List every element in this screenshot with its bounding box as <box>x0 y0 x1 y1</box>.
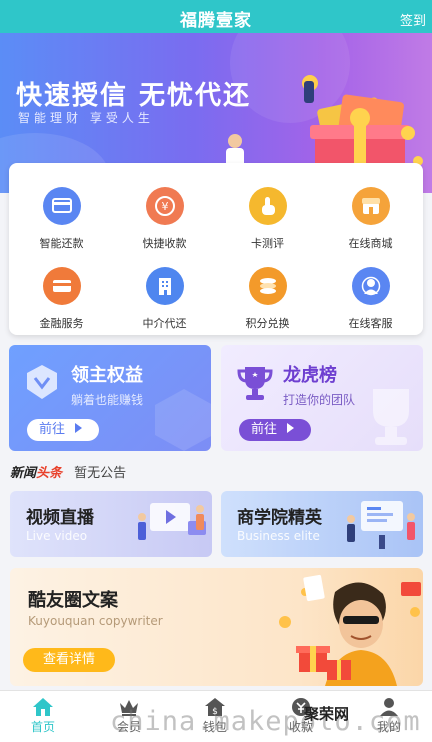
bottom-tab-bar: 首页 会员 $ 钱包 收款 我的 <box>0 690 432 742</box>
coins-stack-icon <box>248 267 287 305</box>
collect-icon <box>292 698 310 716</box>
triangle-right-icon <box>287 423 295 433</box>
service-points-exchange[interactable]: 积分兑换 <box>216 249 319 330</box>
promo-go-button[interactable]: 前往 <box>239 419 311 441</box>
service-smart-repay[interactable]: 智能还款 <box>10 169 113 250</box>
tab-label: 会员 <box>116 720 141 734</box>
yuan-coin-icon: ¥ <box>145 187 184 225</box>
notice-text: 暂无公告 <box>74 466 127 481</box>
store-icon <box>351 187 390 225</box>
service-card-review[interactable]: 卡测评 <box>216 169 319 250</box>
svg-text:$: $ <box>212 707 218 717</box>
tab-label: 钱包 <box>202 720 227 734</box>
feature-business-elite[interactable]: 商学院精英 Business elite <box>221 491 423 557</box>
triangle-right-icon <box>75 423 83 433</box>
feature-subtitle: Business elite <box>237 529 320 543</box>
tab-label: 收款 <box>288 720 313 734</box>
hexagon-decor <box>155 389 211 451</box>
person-icon <box>380 698 398 716</box>
news-tag-part2: 头条 <box>36 466 63 481</box>
tab-collect[interactable]: 收款 <box>258 691 344 742</box>
tab-home[interactable]: 首页 <box>0 691 86 742</box>
service-agent-repay[interactable]: 中介代还 <box>113 249 216 330</box>
card-title: 酷友圈文案 <box>28 590 118 611</box>
kuyouquan-card[interactable]: 酷友圈文案 Kuyouquan copywriter 查看详情 <box>10 568 423 686</box>
service-label: 积分兑换 <box>245 317 290 330</box>
service-online-mall[interactable]: 在线商城 <box>319 169 422 250</box>
tab-label: 首页 <box>30 720 55 734</box>
feature-title: 商学院精英 <box>237 508 322 528</box>
cartoon-man-illustration <box>279 574 421 686</box>
crown-icon <box>120 700 138 716</box>
promo-leaderboard[interactable]: 龙虎榜 打造你的团队 前往 <box>221 345 423 451</box>
tab-member[interactable]: 会员 <box>86 691 172 742</box>
tab-mine[interactable]: 我的 <box>346 691 432 742</box>
signin-button[interactable]: 签到 <box>400 10 426 29</box>
svg-text:¥: ¥ <box>161 200 168 213</box>
business-illustration <box>347 501 415 549</box>
wallet-house-icon: $ <box>205 698 225 717</box>
service-label: 在线客服 <box>348 317 393 330</box>
hand-pointer-icon <box>248 187 287 225</box>
feature-subtitle: Live video <box>26 529 88 543</box>
go-label: 前往 <box>251 422 278 437</box>
card-return-icon <box>42 187 81 225</box>
feature-live-video[interactable]: 视频直播 Live video <box>10 491 212 557</box>
news-tag-part1: 新闻 <box>10 466 37 481</box>
user-support-icon <box>351 267 390 305</box>
app-screen: 福腾壹家 签到 快速授信 无忧代还 智能理财 享受人生 智能还款 ¥ 快捷收款 … <box>0 0 432 742</box>
banner-subtitle: 智能理财 享受人生 <box>18 111 154 125</box>
promo-title: 领主权益 <box>71 365 143 386</box>
go-label: 前往 <box>39 422 66 437</box>
service-label: 中介代还 <box>142 317 187 330</box>
card-subtitle: Kuyouquan copywriter <box>28 614 163 628</box>
promo-lord-benefits[interactable]: 领主权益 躺着也能赚钱 前往 <box>9 345 211 451</box>
credit-card-icon <box>42 267 81 305</box>
promo-title: 龙虎榜 <box>283 365 337 386</box>
trophy-icon <box>237 367 273 400</box>
banner-title: 快速授信 无忧代还 <box>16 81 252 111</box>
home-icon <box>33 698 53 716</box>
service-finance[interactable]: 金融服务 <box>10 249 113 330</box>
medal-icon <box>27 365 57 399</box>
promo-go-button[interactable]: 前往 <box>27 419 99 441</box>
service-quick-collect[interactable]: ¥ 快捷收款 <box>113 169 216 250</box>
promo-subtitle: 打造你的团队 <box>283 393 356 407</box>
tab-label: 我的 <box>376 720 401 734</box>
building-icon <box>145 267 184 305</box>
feature-title: 视频直播 <box>26 508 94 528</box>
news-notice[interactable]: 新闻头条 暂无公告 <box>10 462 126 482</box>
service-online-support[interactable]: 在线客服 <box>319 249 422 330</box>
live-video-illustration <box>138 503 206 540</box>
services-grid: 智能还款 ¥ 快捷收款 卡测评 在线商城 金融服务 中介代还 积分兑换 在线客服 <box>9 163 423 335</box>
tab-wallet[interactable]: $ 钱包 <box>172 691 258 742</box>
trophy-decor <box>373 389 409 445</box>
service-label: 金融服务 <box>39 317 84 330</box>
app-title: 福腾壹家 <box>180 11 252 31</box>
view-details-button[interactable]: 查看详情 <box>23 648 115 672</box>
top-bar: 福腾壹家 签到 <box>0 0 432 33</box>
promo-subtitle: 躺着也能赚钱 <box>71 393 144 407</box>
